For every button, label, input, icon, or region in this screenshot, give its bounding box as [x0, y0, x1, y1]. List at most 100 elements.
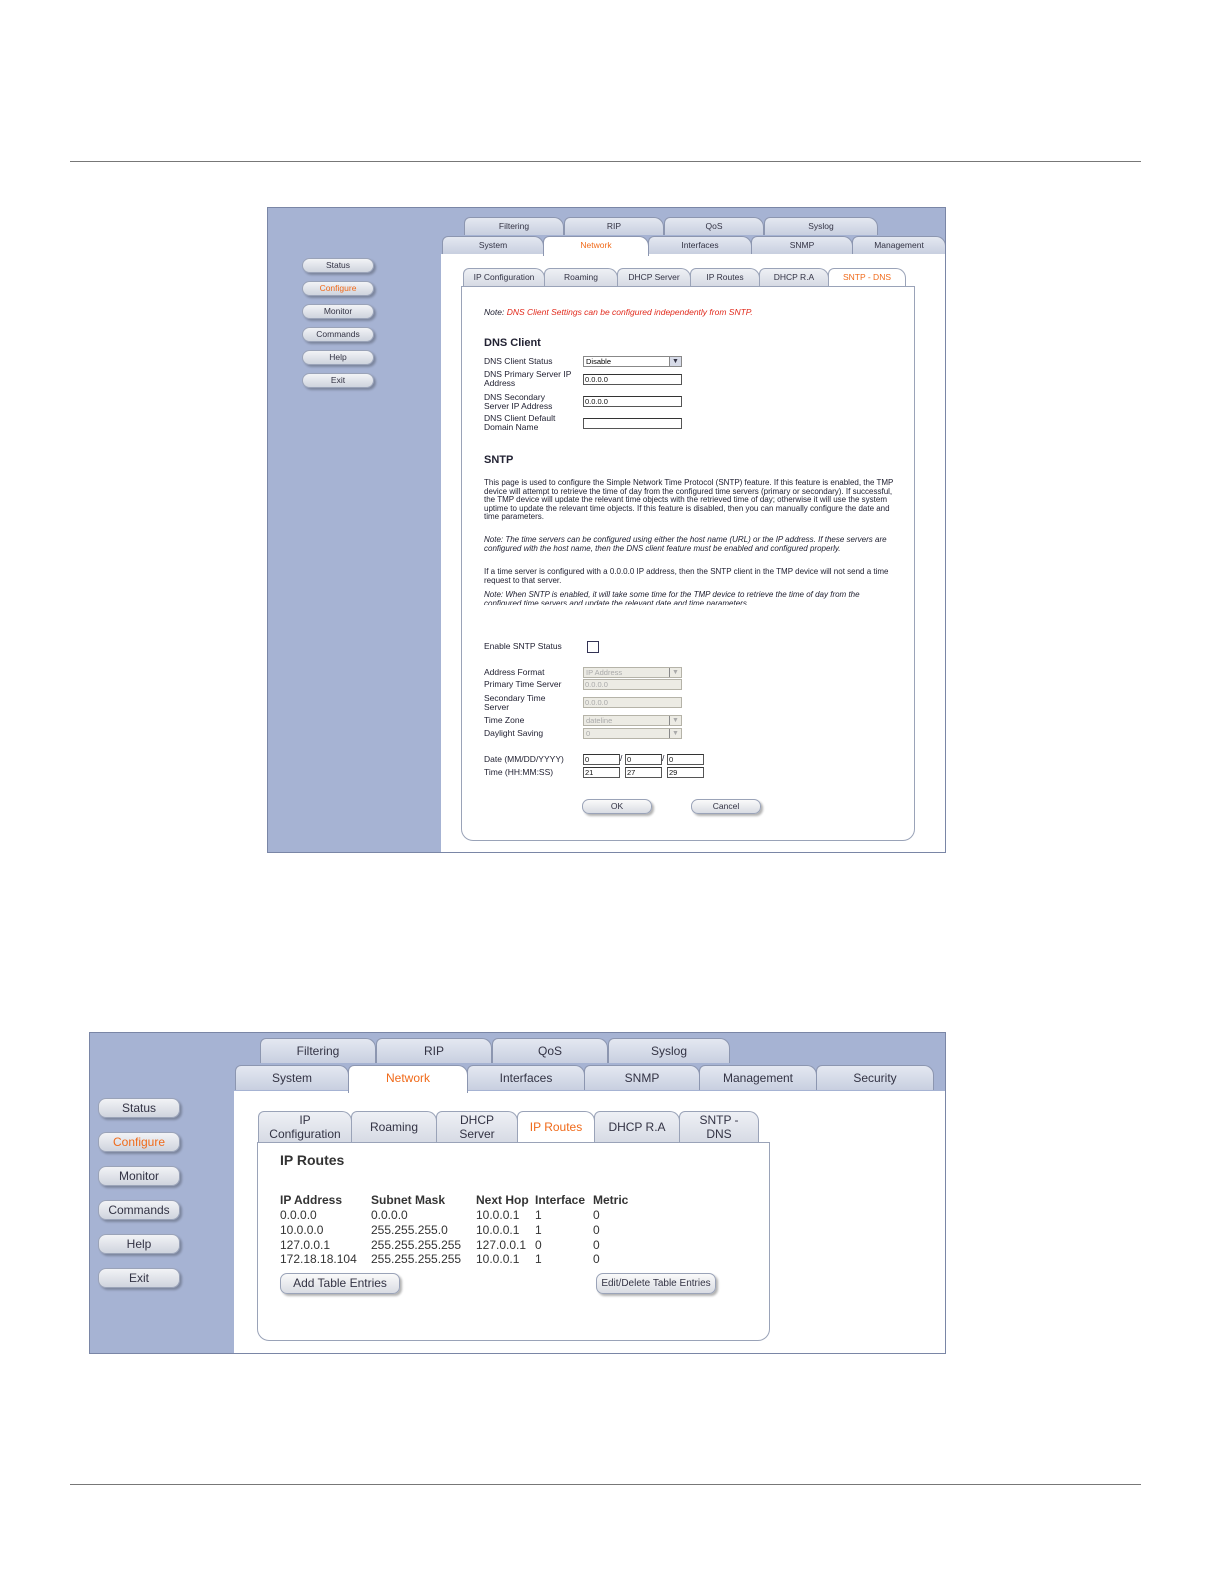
table-cell: 1	[535, 1252, 542, 1266]
date-label: Date (MM/DD/YYYY)	[484, 754, 564, 764]
sntp-dns-screenshot: Status Configure Monitor Commands Help E…	[267, 207, 946, 853]
tab-snmp[interactable]: SNMP	[584, 1065, 700, 1090]
column-header: Subnet Mask	[371, 1193, 446, 1207]
tab-interfaces[interactable]: Interfaces	[648, 236, 752, 254]
dns-domain-input[interactable]	[583, 418, 682, 429]
sntp-title: SNTP	[484, 454, 514, 466]
nav-status-button[interactable]: Status	[302, 258, 374, 273]
subtab-dhcp-ra[interactable]: DHCP R.A	[759, 268, 829, 286]
primary-time-server-input[interactable]: 0.0.0.0	[583, 679, 682, 690]
address-format-label: Address Format	[484, 667, 545, 677]
tab-management[interactable]: Management	[852, 236, 945, 254]
tab-rip[interactable]: RIP	[564, 217, 664, 235]
time-label: Time (HH:MM:SS)	[484, 767, 554, 777]
table-cell: 0	[593, 1238, 600, 1252]
time-zone-label: Time Zone	[484, 715, 525, 725]
primary-time-server-label: Primary Time Server	[484, 679, 562, 689]
table-cell: 255.255.255.255	[371, 1238, 462, 1252]
secondary-time-server-input[interactable]: 0.0.0.0	[583, 697, 682, 708]
nav-commands-button[interactable]: Commands	[302, 327, 374, 342]
nav-monitor-button[interactable]: Monitor	[302, 304, 374, 319]
enable-sntp-checkbox[interactable]	[587, 641, 599, 653]
tab-syslog[interactable]: Syslog	[608, 1038, 730, 1063]
sntp-description-2: If a time server is configured with a 0.…	[484, 567, 889, 585]
nav-help-button[interactable]: Help	[302, 350, 374, 365]
nav-monitor-button[interactable]: Monitor	[98, 1166, 180, 1186]
tab-rip[interactable]: RIP	[376, 1038, 492, 1063]
dns-primary-input[interactable]: 0.0.0.0	[583, 374, 682, 385]
secondary-time-server-label: Secondary Time Server	[484, 693, 546, 712]
table-cell: 172.18.18.104	[280, 1252, 357, 1266]
tab-filtering[interactable]: Filtering	[260, 1038, 376, 1063]
bottom-divider	[70, 1484, 1141, 1485]
column-header: Metric	[593, 1193, 629, 1207]
chevron-down-icon: ▼	[669, 716, 681, 725]
sntp-note-2: Note: When SNTP is enabled, it will take…	[484, 591, 860, 605]
dns-note: Note: DNS Client Settings can be configu…	[484, 307, 753, 317]
nav-status-button[interactable]: Status	[98, 1098, 180, 1118]
nav-configure-button[interactable]: Configure	[302, 281, 374, 296]
date-separator: /	[620, 753, 623, 763]
tab-management[interactable]: Management	[699, 1065, 817, 1090]
dns-primary-label: DNS Primary Server IP Address	[484, 369, 572, 388]
nav-commands-button[interactable]: Commands	[98, 1200, 180, 1220]
table-cell: 0	[535, 1238, 542, 1252]
date-year-input[interactable]: 0	[667, 754, 704, 765]
subtab-dhcp-server[interactable]: DHCP Server	[617, 268, 691, 286]
tab-qos[interactable]: QoS	[664, 217, 764, 235]
ip-routes-screenshot: Status Configure Monitor Commands Help E…	[89, 1032, 946, 1354]
table-cell: 10.0.0.1	[476, 1223, 520, 1237]
subtab-sntp-dns[interactable]: SNTP - DNS	[828, 268, 906, 288]
ok-button[interactable]: OK	[582, 799, 652, 814]
tab-system[interactable]: System	[442, 236, 544, 254]
time-second-input[interactable]: 29	[667, 767, 704, 778]
table-cell: 0	[593, 1208, 600, 1222]
table-cell: 10.0.0.1	[476, 1208, 520, 1222]
chevron-down-icon: ▼	[669, 668, 681, 677]
nav-exit-button[interactable]: Exit	[98, 1268, 180, 1288]
tab-interfaces[interactable]: Interfaces	[467, 1065, 585, 1090]
subtab-ip-routes[interactable]: IP Routes	[690, 268, 760, 286]
subtab-ip-configuration[interactable]: IP Configuration	[258, 1111, 352, 1143]
cancel-button[interactable]: Cancel	[691, 799, 761, 814]
tab-security[interactable]: Security	[816, 1065, 934, 1090]
chevron-down-icon: ▼	[669, 729, 681, 738]
column-header: Interface	[535, 1193, 586, 1207]
edit-delete-table-entries-button[interactable]: Edit/Delete Table Entries	[596, 1273, 716, 1294]
tab-snmp[interactable]: SNMP	[751, 236, 853, 254]
nav-configure-button[interactable]: Configure	[98, 1132, 180, 1152]
date-month-input[interactable]: 0	[583, 754, 620, 765]
subtab-ip-configuration[interactable]: IP Configuration	[463, 268, 545, 286]
chevron-down-icon: ▼	[669, 357, 681, 366]
tab-syslog[interactable]: Syslog	[764, 217, 878, 235]
nav-help-button[interactable]: Help	[98, 1234, 180, 1254]
date-day-input[interactable]: 0	[625, 754, 662, 765]
table-cell: 1	[535, 1208, 542, 1222]
time-hour-input[interactable]: 21	[583, 767, 620, 778]
dns-status-select[interactable]: Disable ▼	[583, 356, 682, 367]
dns-client-title: DNS Client	[484, 337, 541, 349]
daylight-saving-select[interactable]: 0 ▼	[583, 728, 682, 739]
address-format-select[interactable]: IP Address ▼	[583, 667, 682, 678]
page-title: IP Routes	[280, 1152, 345, 1168]
subtab-roaming[interactable]: Roaming	[351, 1111, 437, 1143]
subtab-roaming[interactable]: Roaming	[544, 268, 618, 286]
dns-secondary-input[interactable]: 0.0.0.0	[583, 396, 682, 407]
tab-network[interactable]: Network	[348, 1065, 468, 1093]
daylight-saving-label: Daylight Saving	[484, 728, 544, 738]
tab-qos[interactable]: QoS	[492, 1038, 608, 1063]
tab-system[interactable]: System	[235, 1065, 349, 1090]
ip-routes-content: IP Routes IP Address Subnet Mask Next Ho…	[257, 1142, 770, 1341]
table-cell: 10.0.0.1	[476, 1252, 520, 1266]
subtab-dhcp-ra[interactable]: DHCP R.A	[594, 1111, 680, 1143]
nav-exit-button[interactable]: Exit	[302, 373, 374, 388]
subtab-dhcp-server[interactable]: DHCP Server	[436, 1111, 518, 1143]
subtab-ip-routes[interactable]: IP Routes	[517, 1111, 595, 1145]
add-table-entries-button[interactable]: Add Table Entries	[280, 1273, 400, 1294]
time-zone-select[interactable]: dateline ▼	[583, 715, 682, 726]
subtab-sntp-dns[interactable]: SNTP - DNS	[679, 1111, 759, 1143]
tab-filtering[interactable]: Filtering	[464, 217, 564, 235]
time-minute-input[interactable]: 27	[625, 767, 662, 778]
dns-secondary-label: DNS Secondary Server IP Address	[484, 392, 553, 411]
tab-network[interactable]: Network	[543, 236, 649, 256]
